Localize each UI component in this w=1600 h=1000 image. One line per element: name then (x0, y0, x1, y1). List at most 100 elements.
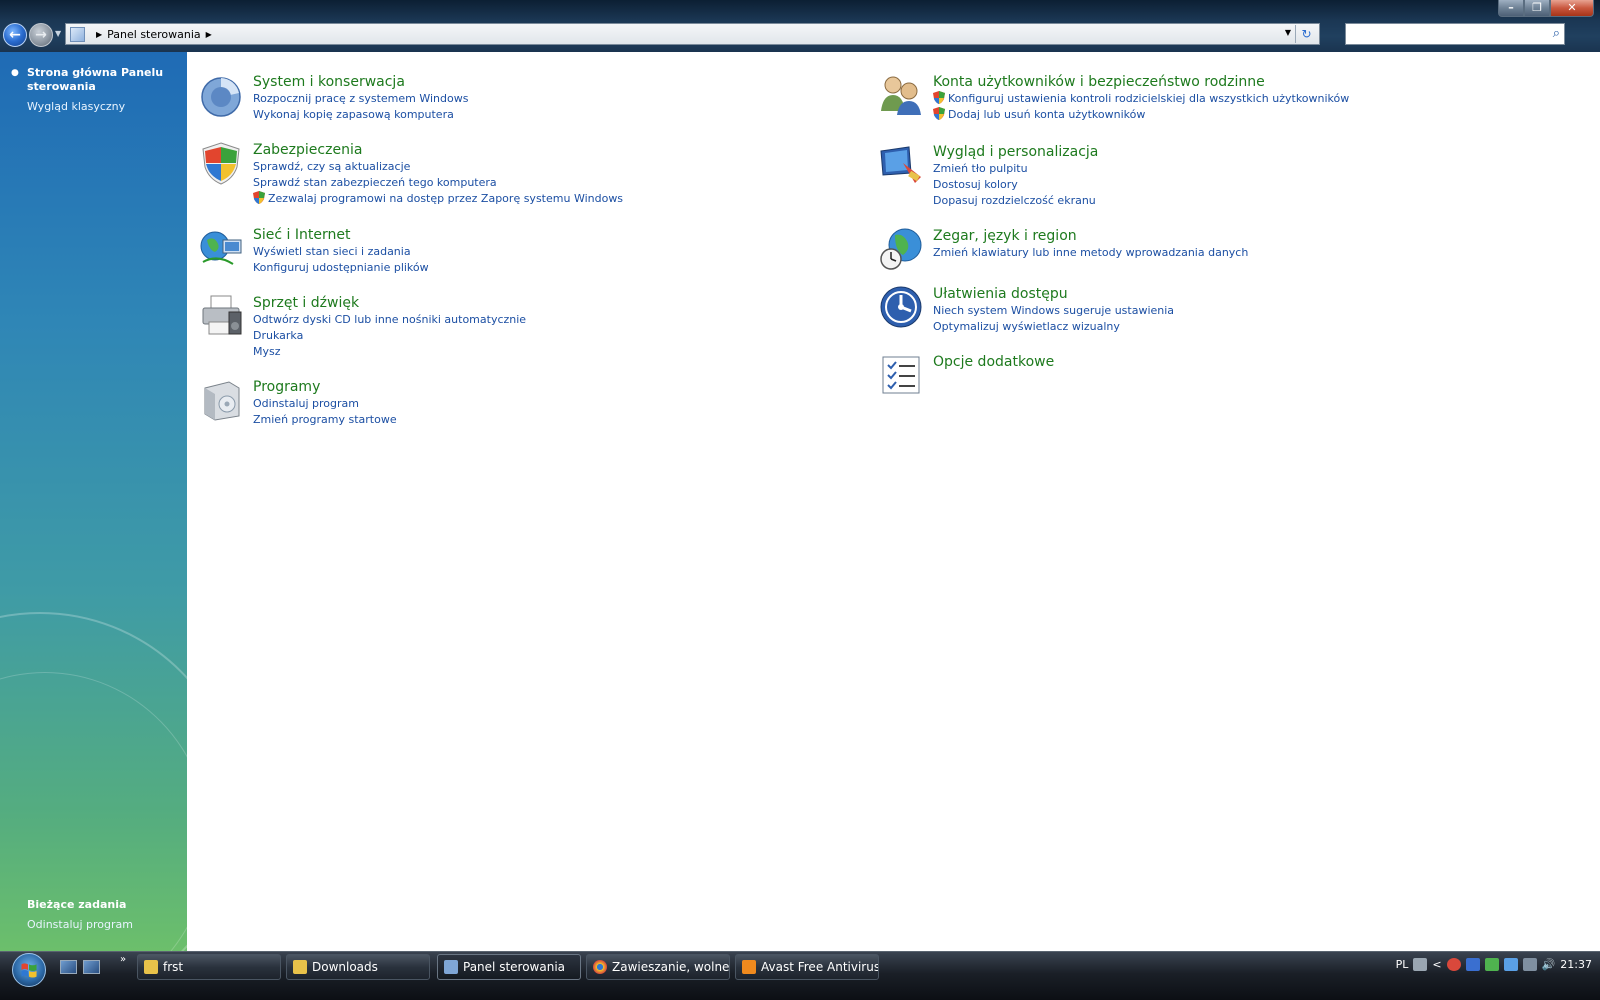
category-title-appearance[interactable]: Wygląd i personalizacja (933, 143, 1098, 161)
back-button[interactable]: ← (3, 23, 27, 47)
taskbar-button-control-panel[interactable]: Panel sterowania (437, 954, 581, 980)
quick-launch-more-icon[interactable]: » (120, 954, 126, 965)
link-security-status[interactable]: Sprawdź stan zabezpieczeń tego komputera (253, 175, 623, 191)
taskbar-button-avast[interactable]: Avast Free Antivirus (735, 954, 879, 980)
search-icon[interactable]: ⌕ (1553, 26, 1560, 41)
monitor-tray-icon[interactable] (1522, 958, 1537, 971)
link-screen-resolution[interactable]: Dopasuj rozdzielczość ekranu (933, 193, 1098, 209)
uac-shield-icon (253, 191, 265, 204)
volume-icon[interactable]: 🔊 (1542, 958, 1556, 971)
link-startup-programs[interactable]: Zmień programy startowe (253, 412, 397, 428)
windows-logo-icon (21, 963, 37, 978)
user-accounts-icon[interactable] (879, 73, 923, 117)
start-button[interactable] (12, 953, 46, 987)
language-indicator[interactable]: PL (1396, 958, 1409, 971)
link-autoplay[interactable]: Odtwórz dyski CD lub inne nośniki automa… (253, 312, 526, 328)
maximize-button[interactable]: ❐ (1524, 0, 1550, 17)
keyboard-icon[interactable] (1413, 958, 1428, 971)
search-input[interactable] (1346, 24, 1536, 44)
taskbar-button-frst[interactable]: frst (137, 954, 281, 980)
forward-button[interactable]: → (29, 23, 53, 47)
accessibility-icon[interactable] (879, 285, 923, 329)
task-label: Avast Free Antivirus (761, 960, 879, 974)
nvidia-icon[interactable] (1484, 958, 1499, 971)
category-title-system[interactable]: System i konserwacja (253, 73, 468, 91)
refresh-icon: ↻ (1301, 27, 1312, 41)
category-title-additional[interactable]: Opcje dodatkowe (933, 353, 1054, 371)
title-address-bar: – ❐ ✕ ← → ▼ ▶ Panel sterowania ▶ ▼ ↻ ⌕ (0, 0, 1600, 52)
category-title-programs[interactable]: Programy (253, 378, 397, 396)
classic-view-link[interactable]: Wygląd klasyczny (27, 100, 125, 114)
network-connection-icon[interactable] (1503, 958, 1518, 971)
breadcrumb-control-panel[interactable]: Panel sterowania (107, 28, 201, 41)
category-title-security[interactable]: Zabezpieczenia (253, 141, 623, 159)
link-network-status[interactable]: Wyświetl stan sieci i zadania (253, 244, 429, 260)
uac-shield-icon (933, 91, 945, 104)
control-panel-icon (444, 960, 458, 974)
address-bar[interactable]: ▶ Panel sterowania ▶ ▼ ↻ (65, 23, 1320, 45)
link-uninstall-program[interactable]: Odinstaluj program (253, 396, 397, 412)
network-globe-icon[interactable] (199, 226, 243, 270)
clock-globe-icon[interactable] (879, 227, 923, 271)
system-maintenance-icon[interactable] (199, 73, 243, 117)
taskbar-button-chrome[interactable]: Zawieszanie, wolne ... (586, 954, 730, 980)
clock[interactable]: 21:37 (1560, 958, 1592, 971)
appearance-monitor-icon[interactable] (879, 143, 923, 187)
printer-icon[interactable] (199, 294, 243, 338)
taskbar-button-downloads[interactable]: Downloads (286, 954, 430, 980)
left-navigation-pane: ● Strona główna Panelu sterowania Wygląd… (0, 52, 187, 951)
arrow-right-icon: → (35, 27, 47, 43)
link-mouse[interactable]: Mysz (253, 344, 526, 360)
minimize-button[interactable]: – (1498, 0, 1524, 17)
link-parental-controls[interactable]: Konfiguruj ustawienia kontroli rodziciel… (933, 91, 1349, 107)
bullet-icon: ● (11, 68, 19, 78)
link-change-keyboards[interactable]: Zmień klawiatury lub inne metody wprowad… (933, 245, 1248, 261)
control-panel-home-link[interactable]: Strona główna Panelu sterowania (27, 66, 177, 94)
link-file-sharing[interactable]: Konfiguruj udostępnianie plików (253, 260, 429, 276)
link-customize-colors[interactable]: Dostosuj kolory (933, 177, 1098, 193)
switch-windows-icon[interactable] (83, 960, 100, 974)
category-title-users[interactable]: Konta użytkowników i bezpieczeństwo rodz… (933, 73, 1349, 91)
taskbar: » frst Downloads Panel sterowania Zawies… (0, 951, 1600, 1000)
security-alert-icon[interactable] (1446, 958, 1461, 971)
link-backup[interactable]: Wykonaj kopię zapasową komputera (253, 107, 468, 123)
link-add-remove-accounts[interactable]: Dodaj lub usuń konta użytkowników (933, 107, 1349, 123)
show-hidden-icons-button[interactable]: < (1432, 958, 1441, 971)
folder-icon (144, 960, 158, 974)
link-printer[interactable]: Drukarka (253, 328, 526, 344)
defender-icon[interactable] (1465, 958, 1480, 971)
recent-tasks-heading: Bieżące zadania (27, 898, 127, 911)
window-controls: – ❐ ✕ (1498, 0, 1594, 18)
recent-pages-dropdown[interactable]: ▼ (55, 29, 61, 38)
link-firewall-allow[interactable]: Zezwalaj programowi na dostęp przez Zapo… (253, 191, 623, 207)
checklist-icon[interactable] (879, 353, 923, 397)
control-panel-icon (70, 26, 85, 42)
quick-launch (60, 960, 100, 974)
system-tray: PL < 🔊 21:37 (1396, 958, 1592, 971)
category-title-clock[interactable]: Zegar, język i region (933, 227, 1248, 245)
link-optimize-display[interactable]: Optymalizuj wyświetlacz wizualny (933, 319, 1174, 335)
category-title-network[interactable]: Sieć i Internet (253, 226, 429, 244)
security-shield-icon[interactable] (199, 141, 243, 185)
link-add-remove-accounts-label: Dodaj lub usuń konta użytkowników (948, 108, 1146, 121)
refresh-button[interactable]: ↻ (1295, 25, 1317, 43)
link-getting-started[interactable]: Rozpocznij pracę z systemem Windows (253, 91, 468, 107)
task-label: Zawieszanie, wolne ... (612, 960, 730, 974)
address-dropdown-icon[interactable]: ▼ (1285, 28, 1291, 37)
breadcrumb-separator-icon[interactable]: ▶ (96, 30, 102, 39)
recent-task-uninstall-link[interactable]: Odinstaluj program (27, 918, 133, 932)
show-desktop-icon[interactable] (60, 960, 77, 974)
link-change-wallpaper[interactable]: Zmień tło pulpitu (933, 161, 1098, 177)
category-title-hardware[interactable]: Sprzęt i dźwięk (253, 294, 526, 312)
link-firewall-allow-label: Zezwalaj programowi na dostęp przez Zapo… (268, 192, 624, 205)
close-button[interactable]: ✕ (1550, 0, 1594, 17)
search-box[interactable]: ⌕ (1345, 23, 1565, 45)
task-label: frst (163, 960, 184, 974)
link-check-updates[interactable]: Sprawdź, czy są aktualizacje (253, 159, 623, 175)
chrome-icon (593, 960, 607, 974)
breadcrumb-chevron-icon[interactable]: ▶ (206, 30, 212, 39)
folder-icon (293, 960, 307, 974)
programs-box-icon[interactable] (199, 378, 243, 422)
category-title-accessibility[interactable]: Ułatwienia dostępu (933, 285, 1174, 303)
link-suggest-settings[interactable]: Niech system Windows sugeruje ustawienia (933, 303, 1174, 319)
